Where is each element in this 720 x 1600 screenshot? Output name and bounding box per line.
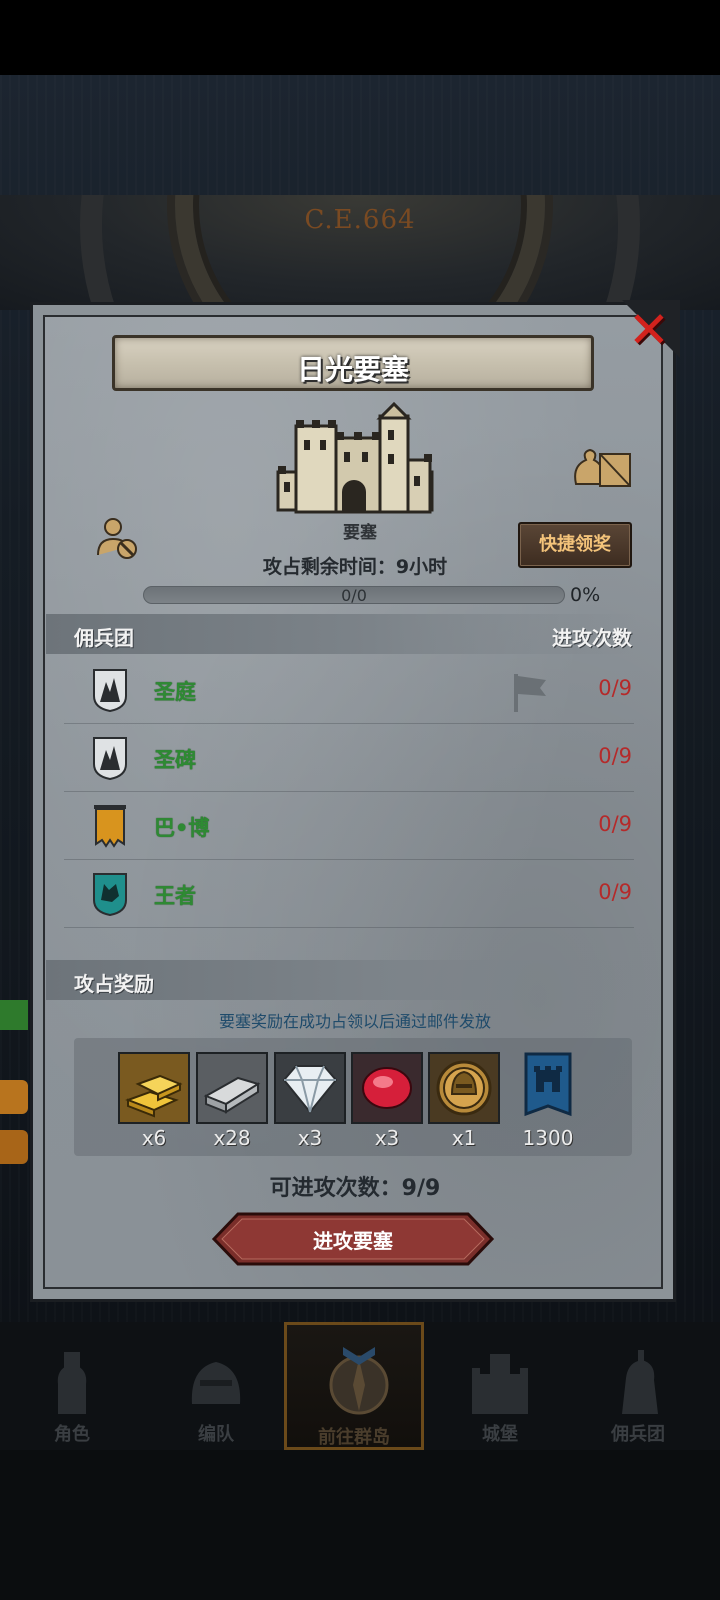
mercenary-section-header: 佣兵团 进攻次数 bbox=[46, 614, 636, 654]
gold-bars-icon bbox=[125, 1074, 183, 1118]
remaining-time: 攻占剩余时间：9小时 bbox=[262, 556, 448, 578]
title-plate: 日光要塞 bbox=[112, 335, 594, 391]
progress-text: 0/0 bbox=[341, 586, 367, 605]
fortress-castle-icon bbox=[276, 401, 434, 514]
nav-label: 角色 bbox=[54, 1424, 90, 1445]
side-orange-tab-2[interactable] bbox=[0, 1130, 28, 1164]
mercenary-attack-count: 0/9 bbox=[598, 812, 632, 836]
reward-slot[interactable] bbox=[512, 1052, 584, 1124]
mercenary-row[interactable]: 王者 0/9 bbox=[64, 860, 634, 928]
mercenary-row[interactable]: 巴•博 0/9 bbox=[64, 792, 634, 860]
white-shield-icon bbox=[93, 669, 127, 712]
attack-count-header: 进攻次数 bbox=[552, 626, 632, 650]
mercenary-row[interactable]: 圣庭 0/9 bbox=[64, 656, 634, 724]
nav-label: 前往群岛 bbox=[318, 1427, 390, 1448]
close-button[interactable]: ✕ bbox=[620, 300, 680, 360]
reward-note: 要塞奖励在成功占领以后通过邮件发放 bbox=[218, 1012, 491, 1031]
nav-go-islands[interactable]: 前往群岛 bbox=[284, 1322, 424, 1450]
mercenary-attack-count: 0/9 bbox=[598, 880, 632, 904]
mercenary-section-title: 佣兵团 bbox=[74, 626, 134, 650]
nav-mercenary[interactable]: 佣兵团 bbox=[566, 1322, 710, 1450]
helmet-icon bbox=[191, 1362, 241, 1404]
mercenary-name: 王者 bbox=[154, 884, 196, 908]
teal-wolf-shield-icon bbox=[93, 873, 127, 916]
orange-banner-icon bbox=[94, 805, 126, 848]
bottom-bar-area bbox=[0, 1450, 720, 1600]
mercenary-name: 圣碑 bbox=[154, 748, 196, 772]
compass-icon bbox=[329, 1347, 389, 1415]
reward-section-title: 攻占奖励 bbox=[74, 972, 154, 996]
reward-slot[interactable] bbox=[274, 1052, 346, 1124]
mercenary-name: 巴•博 bbox=[154, 816, 210, 840]
mercenary-row[interactable]: 圣碑 0/9 bbox=[64, 724, 634, 792]
reward-slot[interactable] bbox=[351, 1052, 423, 1124]
nav-castle[interactable]: 城堡 bbox=[428, 1322, 572, 1450]
castle-icon bbox=[472, 1354, 528, 1414]
mercenary-attack-count: 0/9 bbox=[598, 676, 632, 700]
mercenary-attack-count: 0/9 bbox=[598, 744, 632, 768]
dialog-title: 日光要塞 bbox=[296, 353, 409, 386]
mercenary-icon bbox=[622, 1350, 658, 1414]
ruby-icon bbox=[362, 1067, 412, 1109]
reward-qty: x3 bbox=[297, 1126, 323, 1150]
era-banner: C.E.664 bbox=[0, 195, 720, 310]
guild-banner-icon bbox=[524, 1052, 572, 1117]
attack-fortress-button[interactable]: 进攻要塞 bbox=[212, 1212, 494, 1266]
status-bar-area bbox=[0, 0, 720, 75]
attacks-left: 可进攻次数：9/9 bbox=[269, 1176, 441, 1201]
reward-slot[interactable] bbox=[428, 1052, 500, 1124]
knight-icon bbox=[57, 1352, 87, 1414]
knight-medal-icon bbox=[436, 1060, 492, 1116]
reward-qty: x3 bbox=[374, 1126, 400, 1150]
nav-label: 城堡 bbox=[482, 1424, 518, 1445]
nav-character[interactable]: 角色 bbox=[0, 1322, 144, 1450]
reward-section-header: 攻占奖励 bbox=[46, 960, 636, 1000]
era-text: C.E.664 bbox=[304, 205, 416, 235]
progress-percent: 0% bbox=[570, 584, 601, 606]
reward-slot[interactable] bbox=[118, 1052, 190, 1124]
bottom-nav: 角色 编队 前往群岛 城堡 佣兵团 bbox=[0, 1322, 720, 1450]
nav-label: 编队 bbox=[198, 1424, 234, 1445]
reward-qty: x28 bbox=[213, 1126, 251, 1150]
nav-label: 佣兵团 bbox=[611, 1424, 665, 1445]
diamond-icon bbox=[282, 1065, 338, 1114]
close-icon: ✕ bbox=[628, 301, 670, 359]
mercenary-name: 圣庭 bbox=[154, 680, 196, 704]
side-orange-tab[interactable] bbox=[0, 1080, 28, 1114]
reward-qty: 1300 bbox=[522, 1126, 574, 1150]
supplies-crate-icon[interactable] bbox=[572, 440, 634, 490]
nav-team[interactable]: 编队 bbox=[144, 1322, 288, 1450]
reward-qty: x1 bbox=[451, 1126, 477, 1150]
iron-ingot-icon bbox=[203, 1076, 261, 1114]
white-shield-icon bbox=[93, 737, 127, 780]
reward-qty: x6 bbox=[141, 1126, 167, 1150]
attack-button-label: 进攻要塞 bbox=[313, 1229, 393, 1253]
reward-slot[interactable] bbox=[196, 1052, 268, 1124]
occupation-progress-bar: 0/0 bbox=[143, 586, 565, 605]
